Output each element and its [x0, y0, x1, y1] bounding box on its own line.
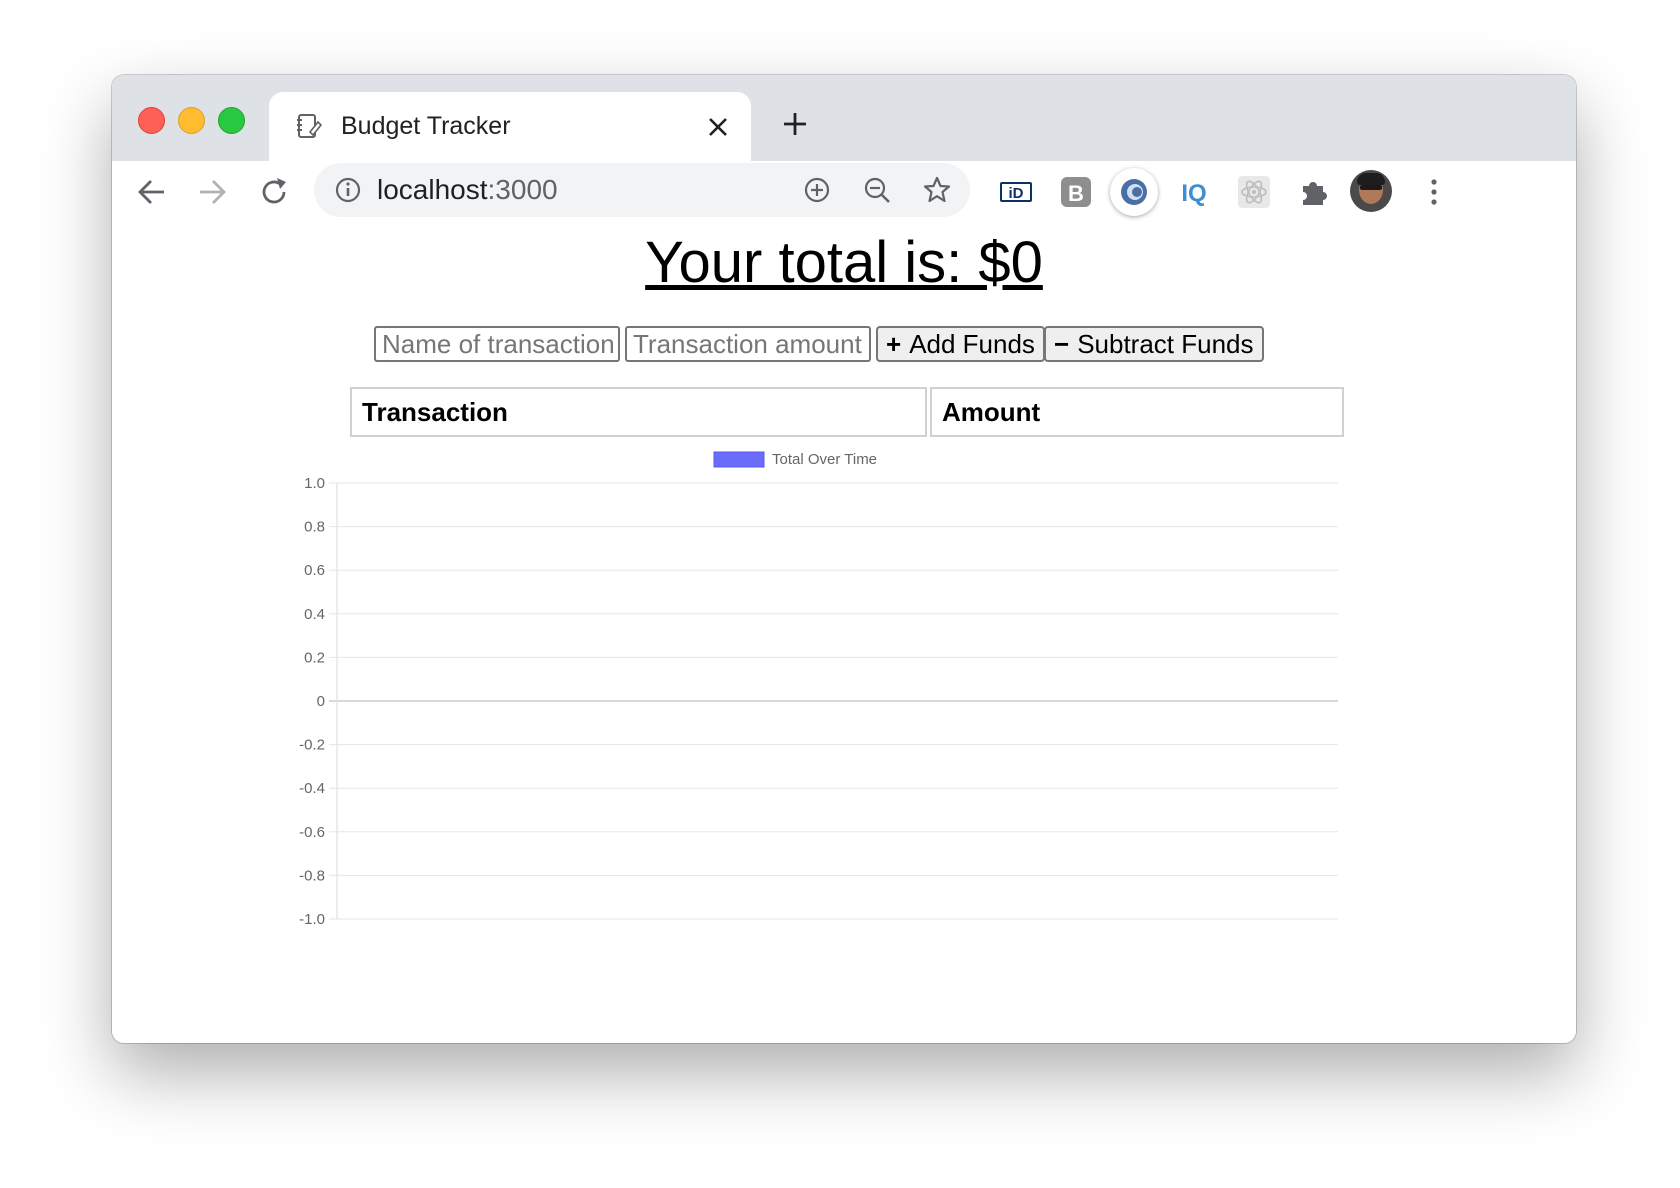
- svg-text:iD: iD: [1009, 185, 1024, 202]
- page-content: Your total is: $0 Name of transaction Tr…: [112, 223, 1576, 1043]
- y-tick-label: -1.0: [299, 911, 325, 928]
- chart-svg: Total Over Time 1.0 0.8 0.6 0.4 0.2 0 -0.2 -0.4 -…: [299, 451, 1338, 928]
- url-host: localhost: [377, 174, 488, 205]
- close-icon[interactable]: [705, 114, 731, 140]
- transaction-column-header: Transaction: [350, 387, 927, 437]
- subtract-funds-button[interactable]: − Subtract Funds: [1044, 326, 1264, 362]
- y-tick-label: -0.4: [299, 780, 325, 797]
- transaction-form: Name of transaction Transaction amount +…: [112, 326, 1576, 362]
- new-tab-icon[interactable]: [780, 109, 810, 139]
- total-heading: Your total is: $0: [645, 230, 1043, 295]
- avatar[interactable]: [1350, 170, 1392, 212]
- add-funds-button[interactable]: + Add Funds: [876, 326, 1045, 362]
- transactions-table: Transaction Amount: [347, 384, 1347, 440]
- star-icon[interactable]: [922, 175, 952, 205]
- url-port: :3000: [487, 174, 558, 205]
- svg-text:IQ: IQ: [1181, 180, 1206, 207]
- y-tick-label: 1.0: [304, 475, 325, 492]
- notebook-icon: [297, 114, 323, 138]
- y-tick-label: 0.8: [304, 519, 325, 536]
- address-bar[interactable]: localhost:3000: [314, 163, 970, 217]
- react-extension-icon[interactable]: [1234, 172, 1274, 212]
- puzzle-icon[interactable]: [1294, 172, 1334, 212]
- iq-extension-icon[interactable]: IQ: [1174, 172, 1214, 212]
- tab-budget-tracker[interactable]: Budget Tracker: [269, 92, 751, 162]
- y-tick-label: 0.2: [304, 649, 325, 666]
- tab-title: Budget Tracker: [341, 112, 511, 140]
- id-extension-icon[interactable]: iD: [996, 172, 1036, 212]
- y-tick-label: 0: [317, 693, 325, 710]
- url-text: localhost:3000: [377, 174, 558, 206]
- table-header-row: Transaction Amount: [350, 387, 1344, 437]
- info-icon[interactable]: [334, 176, 362, 204]
- maximize-window-button[interactable]: [218, 107, 245, 134]
- transaction-amount-input[interactable]: Transaction amount: [625, 326, 871, 362]
- add-funds-label: Add Funds: [909, 329, 1035, 359]
- b-extension-icon[interactable]: B: [1056, 172, 1096, 212]
- legend-swatch: [713, 451, 765, 468]
- y-tick-label: -0.2: [299, 737, 325, 754]
- minimize-window-button[interactable]: [178, 107, 205, 134]
- y-tick-label: 0.4: [304, 606, 325, 623]
- more-icon[interactable]: [1414, 172, 1454, 212]
- tab-strip: Budget Tracker: [112, 75, 1576, 162]
- forward-arrow-icon[interactable]: [194, 174, 230, 210]
- y-tick-label: 0.6: [304, 562, 325, 579]
- close-window-button[interactable]: [138, 107, 165, 134]
- circle-extension-icon: [1121, 179, 1147, 205]
- browser-window: Budget Tracker localhost:3000 iD B IQ Yo…: [112, 75, 1576, 1043]
- circle-extension-button[interactable]: [1110, 168, 1158, 216]
- zoom-out-icon[interactable]: [862, 175, 892, 205]
- transaction-name-input[interactable]: Name of transaction: [374, 326, 620, 362]
- y-tick-label: -0.8: [299, 867, 325, 884]
- back-arrow-icon[interactable]: [134, 174, 170, 210]
- reload-icon[interactable]: [256, 174, 292, 210]
- browser-toolbar: localhost:3000 iD B IQ: [112, 161, 1576, 225]
- total-over-time-chart: Total Over Time 1.0 0.8 0.6 0.4 0.2 0 -0.2 -0.4 -…: [112, 438, 1576, 958]
- amount-column-header: Amount: [930, 387, 1344, 437]
- subtract-funds-label: Subtract Funds: [1077, 329, 1254, 359]
- plus-icon: +: [886, 329, 902, 359]
- y-tick-label: -0.6: [299, 824, 325, 841]
- minus-icon: −: [1054, 329, 1070, 359]
- install-icon[interactable]: [802, 175, 832, 205]
- legend-label: Total Over Time: [772, 451, 877, 468]
- svg-text:B: B: [1068, 181, 1084, 206]
